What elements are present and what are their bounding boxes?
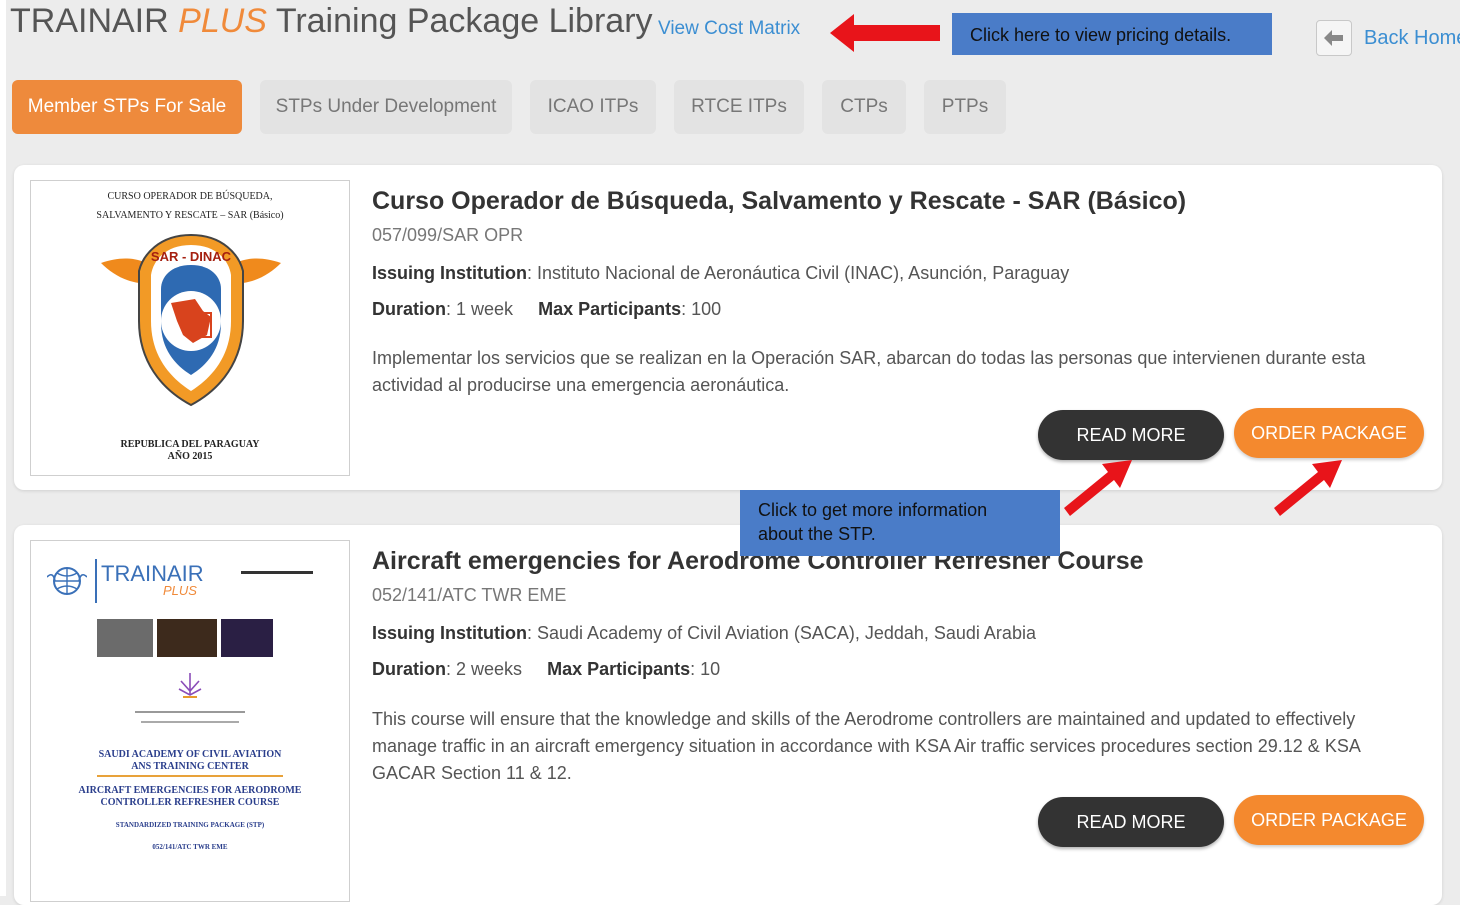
back-home-label: Back Home — [1364, 26, 1460, 49]
cover-small-code-mark — [241, 571, 313, 574]
read-more-button[interactable]: READ MORE — [1038, 410, 1224, 460]
arabic-text-mark — [135, 711, 245, 713]
package-code: 057/099/SAR OPR — [372, 225, 524, 245]
order-package-button[interactable]: ORDER PACKAGE — [1234, 795, 1424, 845]
max-participants-label: Max Participants — [547, 659, 691, 679]
package-cover-image[interactable]: CURSO OPERADOR DE BÚSQUEDA, SALVAMENTO Y… — [30, 180, 350, 476]
left-edge-strip — [0, 0, 6, 896]
cover-divider — [97, 775, 283, 777]
tab-icao-itps[interactable]: ICAO ITPs — [530, 80, 656, 134]
cover-academy1: SAUDI ACADEMY OF CIVIL AVIATION — [98, 749, 282, 760]
icao-globe-icon — [47, 567, 87, 595]
tab-ctps[interactable]: CTPs — [822, 80, 906, 134]
tab-stps-under-development[interactable]: STPs Under Development — [260, 80, 512, 134]
title-prefix: TRAINAIR — [10, 2, 169, 40]
emblem-badge-text: SAR - DINAC — [151, 249, 232, 264]
package-card: TRAINAIR PLUS SAUDI ACADEMY OF CIVIL AVI… — [14, 525, 1442, 905]
english-small-text-mark — [141, 721, 239, 723]
back-home-button[interactable]: Back Home — [1316, 20, 1460, 56]
max-participants-label: Max Participants — [538, 299, 682, 319]
pricing-callout: Click here to view pricing details. — [952, 13, 1272, 55]
issuing-label: Issuing Institution — [372, 263, 527, 283]
tab-member-stps[interactable]: Member STPs For Sale — [12, 80, 242, 134]
saca-emblem-icon — [178, 673, 202, 698]
title-plus: PLUS — [178, 2, 267, 40]
tab-rtce-itps[interactable]: RTCE ITPs — [674, 80, 804, 134]
issuing-label: Issuing Institution — [372, 623, 527, 643]
issuing-institution: Issuing Institution: Saudi Academy of Ci… — [372, 623, 1036, 643]
package-cover-image[interactable]: TRAINAIR PLUS SAUDI ACADEMY OF CIVIL AVI… — [30, 540, 350, 902]
brand-divider — [95, 559, 97, 603]
cover-academy2: ANS TRAINING CENTER — [131, 761, 249, 772]
package-card: CURSO OPERADOR DE BÚSQUEDA, SALVAMENTO Y… — [14, 165, 1442, 490]
package-title[interactable]: Curso Operador de Búsqueda, Salvamento y… — [372, 187, 1186, 216]
cover-footer2: AÑO 2015 — [167, 451, 213, 462]
cover-photo-3 — [221, 619, 273, 657]
cover-line2: SALVAMENTO Y RESCATE – SAR (Básico) — [96, 210, 284, 221]
duration-value: 1 week — [456, 299, 514, 319]
package-code: 052/141/ATC TWR EME — [372, 585, 567, 605]
package-description: Implementar los servicios que se realiza… — [372, 348, 1366, 395]
order-package-button[interactable]: ORDER PACKAGE — [1234, 408, 1424, 458]
cover-brand-plus: PLUS — [163, 583, 197, 598]
red-arrow-left-icon — [830, 14, 940, 52]
duration-label: Duration — [372, 659, 446, 679]
cover-photo-2 — [157, 619, 217, 657]
duration-row: Duration: 1 week Max Participants: 100 — [372, 299, 722, 319]
issuing-institution: Issuing Institution: Instituto Nacional … — [372, 263, 1070, 283]
max-participants-value: 100 — [691, 299, 722, 319]
cover-course1: AIRCRAFT EMERGENCIES FOR AERODROME — [78, 785, 302, 796]
sar-dinac-emblem: SAR - DINAC — [101, 233, 281, 407]
page-title: TRAINAIR PLUS Training Package Library — [10, 2, 653, 41]
cover-course2: CONTROLLER REFRESHER COURSE — [100, 797, 280, 808]
duration-label: Duration — [372, 299, 446, 319]
red-arrow-order-package-icon — [1274, 460, 1342, 516]
duration-value: 2 weeks — [456, 659, 523, 679]
max-participants-value: 10 — [700, 659, 721, 679]
cover-line1: CURSO OPERADOR DE BÚSQUEDA, — [107, 191, 273, 202]
institution-value: Instituto Nacional de Aeronáutica Civil … — [537, 263, 1070, 283]
view-cost-matrix-link[interactable]: View Cost Matrix — [658, 18, 800, 40]
red-arrow-read-more-icon — [1064, 460, 1132, 516]
cover-photo-1 — [97, 619, 153, 657]
read-more-button[interactable]: READ MORE — [1038, 797, 1224, 847]
package-description: This course will ensure that the knowled… — [372, 709, 1360, 783]
cover-footer1: REPUBLICA DEL PARAGUAY — [120, 439, 260, 450]
duration-row: Duration: 2 weeks Max Participants: 10 — [372, 659, 721, 679]
institution-value: Saudi Academy of Civil Aviation (SACA), … — [537, 623, 1036, 643]
tab-ptps[interactable]: PTPs — [924, 80, 1006, 134]
info-callout-line1: Click to get more information — [758, 500, 988, 520]
cover-code: 052/141/ATC TWR EME — [152, 843, 228, 851]
cover-stp: STANDARDIZED TRAINING PACKAGE (STP) — [115, 821, 265, 829]
back-arrow-icon — [1316, 20, 1352, 56]
info-callout-line2: about the STP. — [758, 524, 876, 544]
title-suffix: Training Package Library — [275, 2, 653, 40]
info-callout: Click to get more information about the … — [740, 490, 1060, 556]
